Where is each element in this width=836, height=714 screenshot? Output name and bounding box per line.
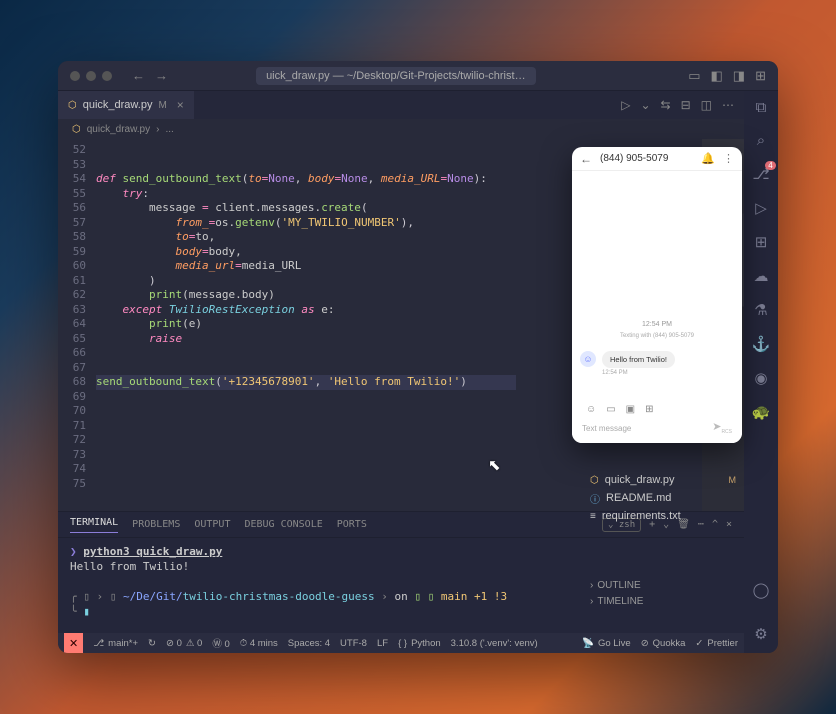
file-requirements[interactable]: ≡requirements.txt: [590, 507, 740, 525]
gallery-icon[interactable]: ▣: [626, 404, 635, 415]
zoom-window[interactable]: [102, 71, 112, 81]
remote-explorer-icon[interactable]: ☁: [754, 267, 769, 285]
titlebar: ← → uick_draw.py — ~/Desktop/Git-Project…: [58, 61, 778, 91]
breadcrumb-file[interactable]: quick_draw.py: [87, 124, 150, 135]
send-icon[interactable]: ➤RCS: [712, 420, 732, 435]
phone-contact[interactable]: (844) 905-5079: [600, 153, 668, 164]
file-quick-draw[interactable]: ⬡quick_draw.pyM: [590, 471, 740, 489]
phone-bell-icon[interactable]: 🔔: [701, 152, 715, 165]
avatar: ☺: [580, 351, 596, 367]
vscode-window: ← → uick_draw.py — ~/Desktop/Git-Project…: [58, 61, 778, 653]
python-file-icon: ⬡: [68, 100, 77, 111]
phone-toolbar: ☺ ▭ ▣ ⊞: [572, 404, 742, 415]
phone-text-input[interactable]: Text message: [582, 424, 631, 433]
tab-close-icon[interactable]: ×: [177, 98, 184, 112]
remote-indicator[interactable]: ✕: [64, 633, 83, 653]
settings-gear-icon[interactable]: ⚙: [754, 625, 767, 643]
phone-subtext: Texting with (844) 905-5079: [572, 333, 742, 339]
split-editor-icon[interactable]: ◫: [701, 98, 712, 112]
attach-icon[interactable]: ⊞: [645, 404, 653, 415]
layout-secondary-icon[interactable]: ◨: [733, 68, 745, 84]
phone-conversation[interactable]: 12:54 PM Texting with (844) 905-5079 ☺ H…: [572, 171, 742, 443]
breadcrumb[interactable]: ⬡ quick_draw.py › ...: [58, 119, 744, 139]
titlebar-path[interactable]: uick_draw.py — ~/Desktop/Git-Projects/tw…: [256, 67, 536, 85]
outline-section[interactable]: › OUTLINE: [590, 577, 740, 593]
preview-icon[interactable]: ⊟: [681, 98, 691, 112]
account-icon[interactable]: ◯: [753, 581, 770, 599]
nav-back[interactable]: ←: [132, 68, 145, 83]
terminal-panel: TERMINAL PROBLEMS OUTPUT DEBUG CONSOLE P…: [58, 511, 744, 633]
run-debug-icon[interactable]: ▷: [755, 199, 767, 217]
copy-icon[interactable]: ⧉: [756, 99, 767, 116]
statusbar: ✕ ⎇ main*+ ↻ ⊘ 0 ⚠ 0 Ⓦ 0 ⏱ 4 mins Spaces…: [58, 633, 744, 653]
tab-debug-console[interactable]: DEBUG CONSOLE: [244, 519, 322, 530]
traffic-lights[interactable]: [70, 71, 112, 81]
file-readme[interactable]: ⓘREADME.md: [590, 489, 740, 507]
phone-preview: ← (844) 905-5079 🔔 ⋮ 12:54 PM Texting wi…: [572, 147, 742, 443]
breadcrumb-sep: ›: [156, 124, 159, 135]
git-branch[interactable]: ⎇ main*+: [93, 638, 138, 649]
tab-quick-draw[interactable]: ⬡ quick_draw.py M ×: [58, 91, 194, 119]
eol[interactable]: LF: [377, 638, 388, 649]
mouse-cursor: ⬉: [488, 456, 501, 474]
phone-more-icon[interactable]: ⋮: [723, 152, 734, 165]
wakatime[interactable]: Ⓦ 0: [212, 636, 229, 650]
tab-problems[interactable]: PROBLEMS: [132, 519, 180, 530]
message-time: 12:54 PM: [602, 370, 675, 376]
time-track[interactable]: ⏱ 4 mins: [240, 638, 278, 649]
tab-terminal[interactable]: TERMINAL: [70, 517, 118, 533]
extensions-icon[interactable]: ⊞: [755, 233, 768, 251]
python-file-icon: ⬡: [72, 124, 81, 135]
layout-customize-icon[interactable]: ⊞: [755, 68, 766, 84]
tab-modified-indicator: M: [158, 100, 166, 111]
testing-icon[interactable]: ⚗: [754, 301, 767, 319]
activity-bar: ⧉ ⌕ ⎇ ▷ ⊞ ☁ ⚗ ⚓ ◉ 🐢 ◯ ⚙: [744, 91, 778, 653]
problems-count[interactable]: ⊘ 0 ⚠ 0: [166, 638, 202, 649]
search-icon[interactable]: ⌕: [757, 132, 765, 149]
tab-output[interactable]: OUTPUT: [194, 519, 230, 530]
anchor-icon[interactable]: ⚓: [752, 335, 771, 353]
phone-timestamp: 12:54 PM: [572, 321, 742, 328]
minimize-window[interactable]: [86, 71, 96, 81]
phone-back-icon[interactable]: ←: [580, 152, 592, 166]
run-dropdown-icon[interactable]: ⌄: [640, 98, 650, 112]
compare-icon[interactable]: ⇆: [661, 98, 671, 112]
spotify-icon[interactable]: ◉: [754, 369, 767, 387]
lang-mode[interactable]: { } Python: [398, 638, 441, 649]
phone-message-row: ☺ Hello from Twilio! 12:54 PM: [580, 351, 675, 376]
python-interp[interactable]: 3.10.8 ('.venv': venv): [451, 638, 538, 649]
prettier[interactable]: ✓ Prettier: [695, 638, 738, 649]
more-actions-icon[interactable]: ⋯: [722, 98, 734, 112]
explorer-files: ⬡quick_draw.pyM ⓘREADME.md ≡requirements…: [590, 471, 740, 525]
nav-forward[interactable]: →: [155, 68, 168, 83]
close-window[interactable]: [70, 71, 80, 81]
go-live[interactable]: 📡 Go Live: [582, 638, 631, 649]
source-control-icon[interactable]: ⎇: [752, 165, 769, 183]
gif-icon[interactable]: ▭: [606, 404, 615, 415]
encoding[interactable]: UTF-8: [340, 638, 367, 649]
editor-tabbar: ⬡ quick_draw.py M × ▷ ⌄ ⇆ ⊟ ◫ ⋯: [58, 91, 744, 119]
phone-header: ← (844) 905-5079 🔔 ⋮: [572, 147, 742, 171]
timeline-section[interactable]: › TIMELINE: [590, 593, 740, 609]
git-sync[interactable]: ↻: [148, 638, 156, 649]
side-sections: › OUTLINE › TIMELINE: [590, 577, 740, 609]
indent[interactable]: Spaces: 4: [288, 638, 330, 649]
wallaby-icon[interactable]: 🐢: [752, 403, 771, 421]
tab-filename: quick_draw.py: [83, 99, 153, 111]
phone-input-row: Text message ➤RCS: [582, 419, 732, 437]
emoji-icon[interactable]: ☺: [586, 404, 596, 415]
message-bubble[interactable]: Hello from Twilio!: [602, 351, 675, 368]
quokka[interactable]: ⊘ Quokka: [641, 638, 686, 649]
layout-side-icon[interactable]: ◧: [710, 68, 722, 84]
layout-panel-icon[interactable]: ▭: [688, 68, 700, 84]
line-gutter: 5253545556575859606162636465666768697071…: [58, 139, 92, 511]
breadcrumb-more[interactable]: ...: [165, 124, 173, 135]
run-icon[interactable]: ▷: [621, 98, 630, 112]
tab-ports[interactable]: PORTS: [337, 519, 367, 530]
